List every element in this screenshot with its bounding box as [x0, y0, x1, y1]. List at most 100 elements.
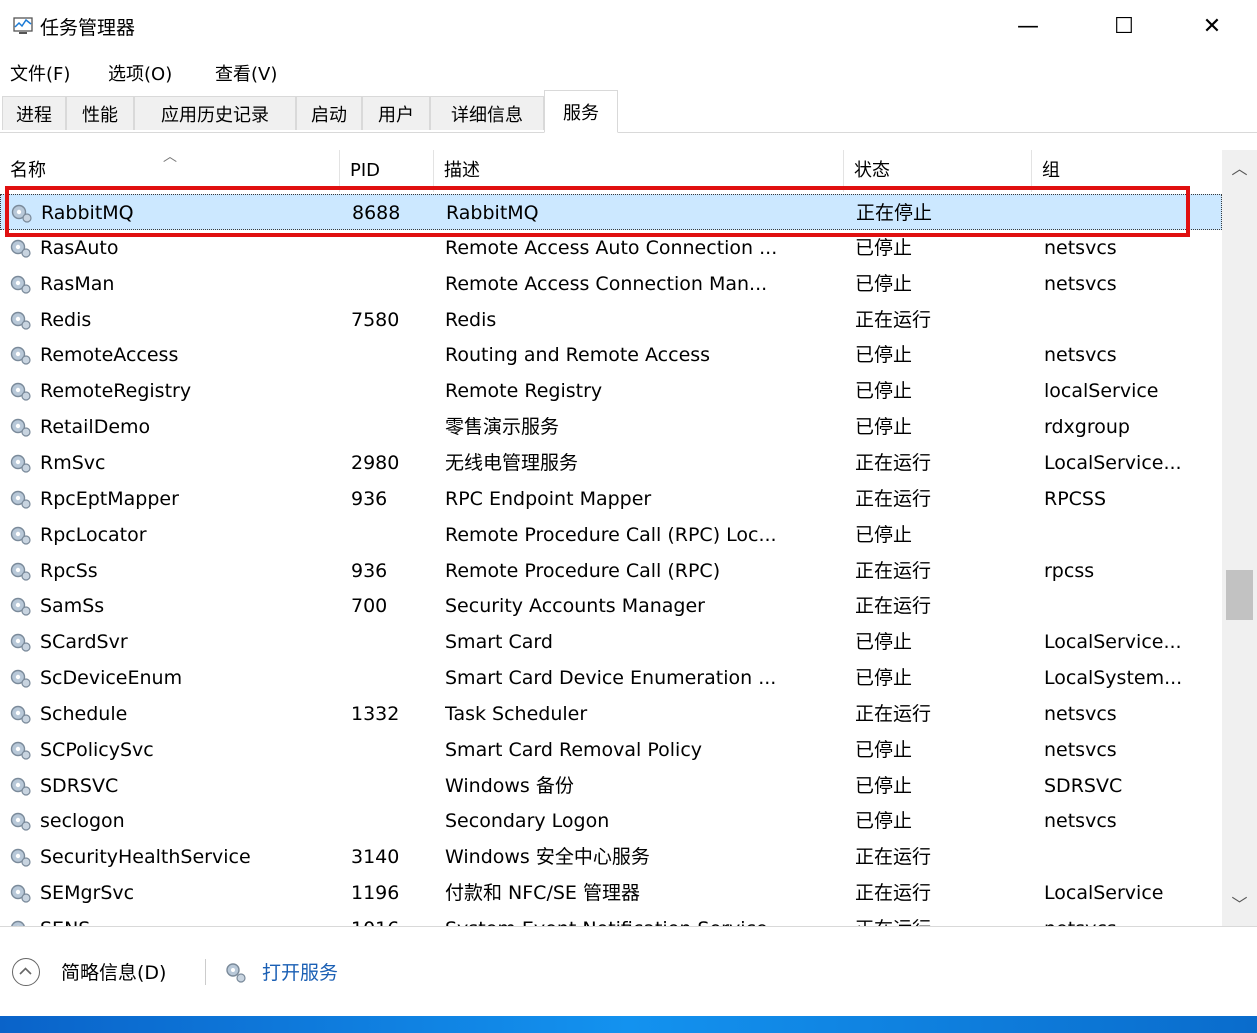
table-row[interactable]: RmSvc 2980 无线电管理服务 正在运行 LocalService... [0, 445, 1222, 481]
cell-name: SCardSvr [40, 631, 128, 654]
gear-icon [8, 739, 32, 761]
task-manager-icon [13, 17, 33, 34]
cell-group: netsvcs [1044, 272, 1117, 295]
minimize-button[interactable]: — [998, 0, 1058, 52]
tab-app-history[interactable]: 应用历史记录 [134, 96, 296, 130]
gear-icon [8, 273, 32, 295]
chevron-up-icon[interactable] [12, 958, 40, 986]
cell-group [1044, 839, 1219, 875]
cell-pid: 2980 [351, 451, 400, 474]
cell-name: SamSs [40, 595, 105, 618]
cell-status: 正在运行 [855, 595, 932, 618]
fewer-details-button[interactable]: 简略信息(D) [61, 958, 166, 985]
maximize-button[interactable]: ☐ [1094, 0, 1154, 52]
cell-description: Windows 安全中心服务 [445, 846, 650, 869]
table-row[interactable]: RasMan Remote Access Connection Man... 已停止… [0, 266, 1222, 302]
tab-startup[interactable]: 启动 [296, 96, 362, 130]
table-row[interactable]: SamSs 700 Security Accounts Manager 正在运行 [0, 588, 1222, 624]
gear-icon [8, 882, 32, 904]
tab-processes[interactable]: 进程 [2, 96, 66, 130]
footer: 简略信息(D) 打开服务 [0, 926, 1257, 1017]
cell-pid: 1196 [351, 882, 400, 905]
menu-file[interactable]: 文件(F) [10, 60, 70, 86]
close-button[interactable]: ✕ [1182, 0, 1242, 52]
table-row[interactable]: SENS 1016 System Event Notification Servic… [0, 911, 1222, 926]
cell-name: RpcLocator [40, 523, 147, 546]
table-row[interactable]: seclogon Secondary Logon 已停止 netsvcs [0, 803, 1222, 839]
table-row[interactable]: SCPolicySvc Smart Card Removal Policy 已停止 n… [0, 732, 1222, 768]
cell-group: RPCSS [1044, 487, 1107, 510]
tab-details[interactable]: 详细信息 [430, 96, 544, 130]
cell-pid: 936 [351, 559, 388, 582]
table-row[interactable]: RemoteRegistry Remote Registry 已停止 localSer… [0, 373, 1222, 409]
cell-status: 已停止 [855, 631, 913, 654]
column-status-label: 状态 [854, 160, 890, 181]
cell-pid: 936 [351, 487, 388, 510]
cell-description: Smart Card Removal Policy [445, 738, 703, 761]
scroll-down-icon[interactable]: ﹀ [1222, 891, 1257, 921]
gear-icon [8, 595, 32, 617]
desktop-background-strip [0, 1016, 1257, 1033]
gear-icon [8, 380, 32, 402]
cell-name: RpcSs [40, 559, 98, 582]
open-services-link[interactable]: 打开服务 [262, 958, 338, 985]
table-row[interactable]: RpcSs 936 Remote Procedure Call (RPC) 正在运行 r… [0, 553, 1222, 589]
gear-icon [8, 846, 32, 868]
table-row[interactable]: SCardSvr Smart Card 已停止 LocalService... [0, 624, 1222, 660]
table-row[interactable]: SEMgrSvc 1196 付款和 NFC/SE 管理器 正在运行 LocalServi… [0, 875, 1222, 911]
cell-group: rdxgroup [1044, 416, 1130, 439]
cell-pid: 700 [351, 595, 388, 618]
gear-icon [226, 963, 246, 983]
table-row[interactable]: SDRSVC Windows 备份 已停止 SDRSVC [0, 768, 1222, 804]
cell-status: 正在运行 [855, 487, 932, 510]
tab-performance[interactable]: 性能 [66, 96, 134, 130]
cell-description: 付款和 NFC/SE 管理器 [445, 882, 640, 905]
gear-icon [8, 918, 32, 926]
cell-description: Windows 备份 [445, 774, 574, 797]
cell-group: LocalSystem... [1044, 667, 1183, 690]
vertical-scrollbar[interactable]: ︿ ﹀ [1222, 150, 1257, 926]
cell-name: SecurityHealthService [40, 846, 251, 869]
menu-bar: 文件(F) 选项(O) 查看(V) [0, 52, 1257, 90]
gear-icon [8, 524, 32, 546]
menu-options[interactable]: 选项(O) [108, 60, 172, 86]
cell-name: SCPolicySvc [40, 738, 154, 761]
tab-bar: 进程 性能 应用历史记录 启动 用户 详细信息 服务 [0, 90, 1257, 133]
cell-description: Remote Procedure Call (RPC) Loc... [445, 523, 777, 546]
gear-icon [8, 810, 32, 832]
scroll-thumb[interactable] [1226, 570, 1253, 620]
cell-description: Secondary Logon [445, 810, 610, 833]
table-row[interactable]: RpcLocator Remote Procedure Call (RPC) Lo… [0, 517, 1222, 553]
cell-group [1044, 517, 1219, 553]
gear-icon [8, 775, 32, 797]
table-row[interactable]: RemoteAccess Routing and Remote Access 已停止… [0, 337, 1222, 373]
cell-description: Task Scheduler [445, 702, 588, 725]
table-row[interactable]: Schedule 1332 Task Scheduler 正在运行 netsvcs [0, 696, 1222, 732]
table-row[interactable]: RpcEptMapper 936 RPC Endpoint Mapper 正在运行 RP… [0, 481, 1222, 517]
cell-description: Smart Card [445, 631, 553, 654]
gear-icon [8, 237, 32, 259]
cell-name: RetailDemo [40, 416, 151, 439]
cell-name: RemoteAccess [40, 344, 179, 367]
cell-group: localService [1044, 380, 1159, 403]
cell-status: 正在运行 [855, 308, 932, 331]
cell-pid [351, 803, 431, 839]
table-row[interactable]: RetailDemo 零售演示服务 已停止 rdxgroup [0, 409, 1222, 445]
tab-services[interactable]: 服务 [544, 90, 618, 133]
table-row[interactable]: SecurityHealthService 3140 Windows 安全中心服务 正… [0, 839, 1222, 875]
table-row[interactable]: ScDeviceEnum Smart Card Device Enumeratio… [0, 660, 1222, 696]
cell-name: SENS [40, 911, 336, 926]
cell-description: Remote Access Connection Man... [445, 272, 768, 295]
cell-name: RpcEptMapper [40, 487, 179, 510]
sort-up-icon: ︿ [163, 149, 177, 165]
tab-users[interactable]: 用户 [362, 96, 430, 130]
gear-icon [8, 416, 32, 438]
cell-name: RmSvc [40, 451, 106, 474]
cell-group: netsvcs [1044, 344, 1117, 367]
cell-status: 已停止 [855, 738, 913, 761]
gear-icon [8, 309, 32, 331]
table-row[interactable]: Redis 7580 Redis 正在运行 [0, 302, 1222, 338]
column-group-label: 组 [1042, 160, 1060, 181]
menu-view[interactable]: 查看(V) [215, 60, 277, 86]
scroll-up-icon[interactable]: ︿ [1222, 155, 1257, 185]
